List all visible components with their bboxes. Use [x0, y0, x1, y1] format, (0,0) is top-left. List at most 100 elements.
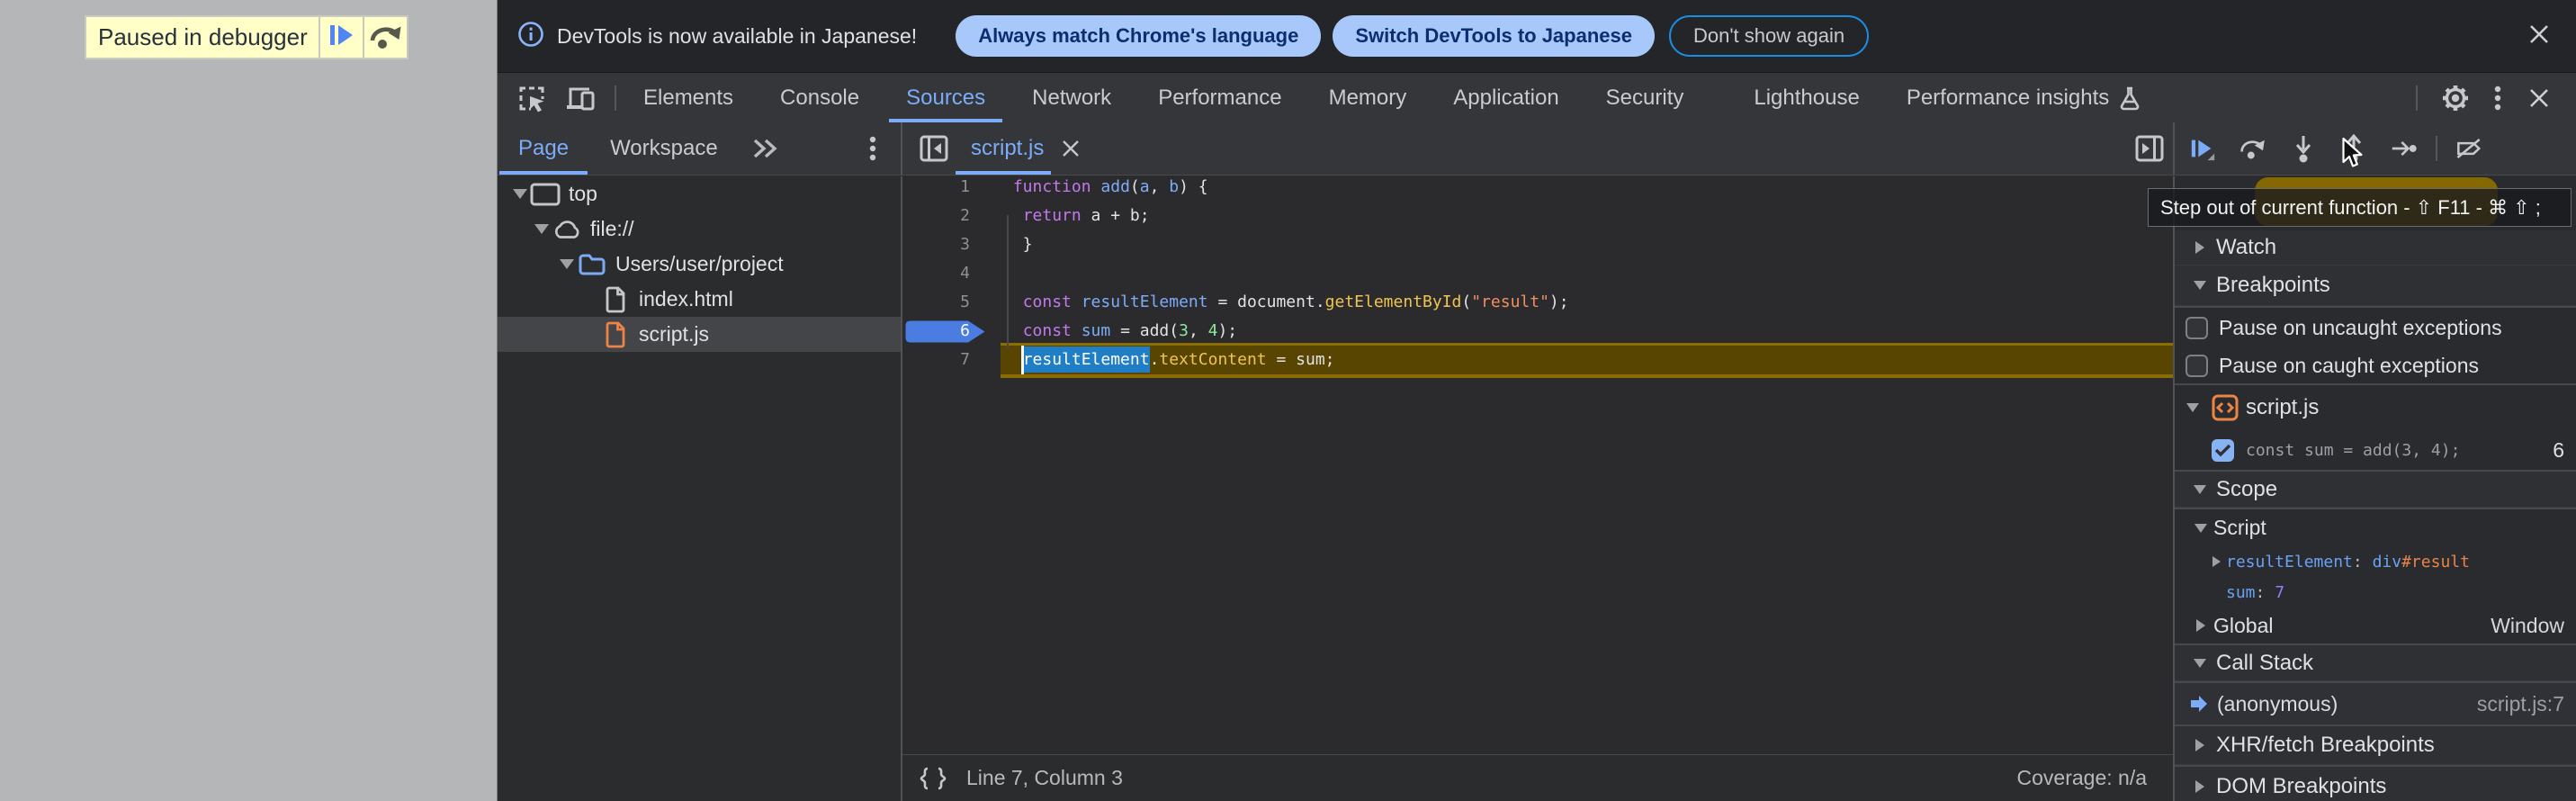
line-number[interactable]: 3 — [902, 230, 970, 259]
tab-console[interactable]: Console — [757, 73, 883, 122]
checkbox[interactable] — [2186, 317, 2208, 339]
expand-arrow-icon[interactable] — [2207, 556, 2226, 567]
breakpoint-group-script-js[interactable]: script.js — [2175, 385, 2576, 430]
infobar-button-switch-devtools-to-japanese[interactable]: Switch DevTools to Japanese — [1333, 15, 1655, 57]
expand-arrow-icon[interactable] — [2192, 619, 2210, 632]
resume-play-icon — [327, 22, 357, 53]
checkbox-label: Pause on uncaught exceptions — [2219, 316, 2502, 340]
line-number[interactable]: 1 — [902, 176, 970, 202]
collapse-arrow-icon[interactable] — [2192, 524, 2210, 533]
scope-variable-resultElement[interactable]: resultElement: div#result — [2175, 546, 2576, 577]
tab-performance-insights[interactable]: Performance insights — [1883, 73, 2165, 122]
tree-item-file-[interactable]: file:// — [498, 212, 901, 247]
panel-left-icon[interactable] — [919, 133, 949, 164]
checkbox[interactable] — [2186, 355, 2208, 377]
panel-right-icon[interactable] — [2134, 133, 2165, 164]
more-tabs-button[interactable] — [749, 122, 780, 175]
navigator-tab-page[interactable]: Page — [498, 122, 589, 175]
infobar-button-don-t-show-again[interactable]: Don't show again — [1669, 15, 1869, 57]
code-line-6: const sum = add(3, 4); — [902, 317, 2173, 346]
code-text: resultElement.textContent = sum; — [1001, 346, 2173, 374]
scope-section-global[interactable]: Global Window — [2175, 608, 2576, 644]
line-number[interactable]: 5 — [902, 288, 970, 317]
expand-arrow-icon[interactable] — [532, 224, 552, 234]
line-number[interactable]: 7 — [902, 346, 970, 374]
line-number[interactable]: 4 — [902, 259, 970, 288]
editor-tab-title: script.js — [971, 136, 1044, 161]
expand-arrow-icon[interactable] — [557, 259, 577, 269]
infobar-button-always-match-chrome-s-language[interactable]: Always match Chrome's language — [956, 15, 1321, 57]
device-toolbar-icon[interactable] — [564, 84, 597, 112]
tab-network[interactable]: Network — [1009, 73, 1135, 122]
breakpoint-line-number: 6 — [902, 317, 970, 346]
collapse-arrow-icon[interactable] — [2189, 281, 2211, 290]
inspect-icon[interactable] — [517, 84, 546, 112]
deactivate-breakpoints-button[interactable] — [2455, 135, 2482, 162]
scope-section-script[interactable]: Script — [2175, 509, 2576, 546]
tree-item-Users-user-project[interactable]: Users/user/project — [498, 247, 901, 282]
scope-variable-sum[interactable]: sum: 7 — [2175, 577, 2576, 608]
tab-sources[interactable]: Sources — [883, 73, 1009, 122]
expand-arrow-icon[interactable] — [2189, 739, 2211, 752]
tab-security[interactable]: Security — [1583, 73, 1708, 122]
step-over-button[interactable] — [363, 17, 407, 58]
callframe-anonymous[interactable]: (anonymous)script.js:7 — [2175, 683, 2576, 724]
code-line-5: 5 const resultElement = document.getElem… — [902, 288, 2173, 317]
navigator-pane: topfile://Users/user/projectindex.htmlsc… — [498, 176, 902, 801]
expand-arrow-icon[interactable] — [2189, 241, 2211, 254]
tree-item-top[interactable]: top — [498, 176, 901, 212]
coverage-text: Coverage: n/a — [2017, 766, 2147, 790]
expand-arrow-icon[interactable] — [2189, 780, 2211, 793]
tab-elements[interactable]: Elements — [620, 73, 757, 122]
collapse-arrow-icon[interactable] — [2182, 403, 2204, 412]
resume-button[interactable] — [2189, 135, 2216, 162]
code-editor[interactable]: 1 function add(a, b) {2 return a + b;3 }… — [902, 176, 2173, 754]
section-scope[interactable]: Scope — [2175, 472, 2576, 508]
close-icon[interactable] — [2526, 85, 2553, 112]
collapse-arrow-icon[interactable] — [2189, 659, 2211, 668]
line-number[interactable]: 2 — [902, 202, 970, 230]
flask-icon — [2118, 86, 2141, 111]
navigator-menu-button[interactable] — [868, 122, 901, 175]
code-line-2: 2 return a + b; — [902, 202, 2173, 230]
step-out-tooltip: Step out of current function - ⇧ F11 - ⌘… — [2148, 188, 2572, 227]
checkbox-row-pause-on-uncaught-exceptions[interactable]: Pause on uncaught exceptions — [2175, 308, 2576, 347]
collapse-arrow-icon[interactable] — [2189, 485, 2211, 494]
tab-label: Sources — [906, 86, 985, 111]
infobar-message: DevTools is now available in Japanese! — [557, 24, 917, 49]
infobar-close-button[interactable] — [2526, 21, 2553, 52]
step-into-button[interactable] — [2290, 135, 2317, 162]
curly-braces-icon[interactable] — [918, 766, 948, 791]
step-over-button[interactable] — [2239, 135, 2266, 162]
tree-item-script-js[interactable]: script.js — [498, 317, 901, 352]
tree-item-index-html[interactable]: index.html — [498, 282, 901, 317]
kebab-menu-icon[interactable] — [2493, 84, 2502, 112]
paused-token-highlight: resultElement — [1023, 346, 1150, 373]
file-orange-icon — [600, 321, 631, 348]
settings-gear-icon[interactable] — [2441, 84, 2470, 112]
toolbar-separator — [2436, 136, 2437, 161]
tab-performance[interactable]: Performance — [1135, 73, 1305, 122]
checkbox-row-pause-on-caught-exceptions[interactable]: Pause on caught exceptions — [2175, 347, 2576, 383]
indent-guide — [1007, 215, 1009, 349]
expand-arrow-icon[interactable] — [510, 189, 530, 199]
scope-section-label: Global — [2213, 614, 2273, 638]
section-dom-breakpoints[interactable]: DOM Breakpoints — [2175, 767, 2576, 801]
close-icon[interactable] — [1059, 137, 1082, 160]
checkbox[interactable] — [2212, 439, 2234, 462]
editor-tab-scriptjs[interactable]: script.js — [956, 122, 1096, 175]
tab-lighthouse[interactable]: Lighthouse — [1730, 73, 1882, 122]
section-watch[interactable]: Watch — [2175, 230, 2576, 266]
cursor-position-text: Line 7, Column 3 — [966, 766, 1123, 790]
resume-button[interactable] — [319, 17, 363, 58]
breakpoint-entry[interactable]: const sum = add(3, 4);6 — [2175, 430, 2576, 470]
section-breakpoints[interactable]: Breakpoints — [2175, 266, 2576, 306]
section-xhr-fetch-breakpoints[interactable]: XHR/fetch Breakpoints — [2175, 726, 2576, 765]
tab-memory[interactable]: Memory — [1306, 73, 1431, 122]
code-line-4: 4 — [902, 259, 2173, 288]
scope-section-value: Window — [2491, 614, 2564, 638]
step-button[interactable] — [2391, 135, 2418, 162]
tab-application[interactable]: Application — [1430, 73, 1582, 122]
section-call-stack[interactable]: Call Stack — [2175, 645, 2576, 681]
navigator-tab-workspace[interactable]: Workspace — [589, 122, 739, 175]
